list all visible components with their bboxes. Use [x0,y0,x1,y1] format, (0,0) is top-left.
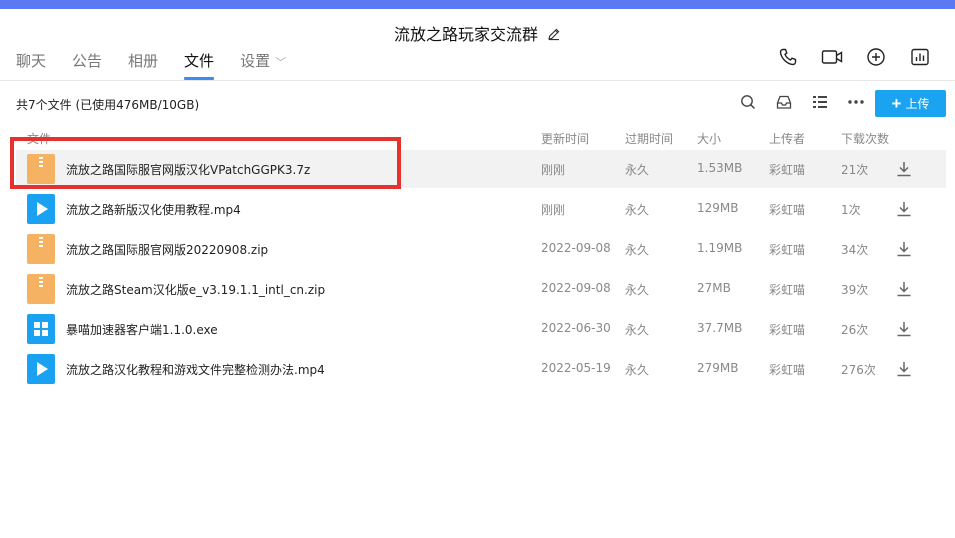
column-updated[interactable]: 更新时间 [541,130,589,147]
tab-label: 文件 [184,52,215,70]
download-icon[interactable] [895,320,913,338]
file-size: 279MB [697,361,739,375]
column-name[interactable]: 文件 [27,130,51,147]
list-view-icon[interactable] [811,93,829,111]
upload-label: 上传 [905,97,930,111]
windows-app-icon [27,314,55,344]
tab-album[interactable]: 相册 [128,50,158,80]
group-title: 流放之路玩家交流群 [0,21,955,45]
zip-file-icon [27,234,55,264]
accent-bar [0,0,955,9]
stats-icon[interactable] [909,46,931,68]
file-expiry: 永久 [625,163,650,177]
zip-file-icon [27,154,55,184]
file-name[interactable]: 流放之路国际服官网版20220908.zip [66,241,268,258]
tab-label: 聊天 [16,52,47,70]
file-downloads: 39次 [841,283,869,297]
more-icon[interactable] [847,93,865,111]
table-row[interactable]: 流放之路国际服官网版汉化VPatchGGPK3.7z 刚刚 永久 1.53MB … [16,150,946,188]
table-header: 文件 更新时间 过期时间 大小 上传者 下载次数 [0,130,955,148]
tab-label: 设置 [240,52,271,70]
file-updated: 2022-06-30 [541,321,611,335]
zip-file-icon [27,274,55,304]
file-updated: 2022-09-08 [541,281,611,295]
tab-label: 公告 [72,52,103,70]
file-downloads: 26次 [841,323,869,337]
file-name[interactable]: 流放之路国际服官网版汉化VPatchGGPK3.7z [66,161,310,178]
table-row[interactable]: 流放之路汉化教程和游戏文件完整检测办法.mp4 2022-05-19 永久 27… [16,350,946,388]
table-row[interactable]: 流放之路国际服官网版20220908.zip 2022-09-08 永久 1.1… [16,230,946,268]
file-updated: 2022-05-19 [541,361,611,375]
tab-label: 相册 [128,52,159,70]
tab-files[interactable]: 文件 [184,50,215,80]
add-circle-icon[interactable] [865,46,887,68]
upload-button[interactable]: + 上传 [875,90,946,117]
column-expiry[interactable]: 过期时间 [625,130,673,147]
file-downloads: 21次 [841,163,869,177]
chevron-down-icon: ﹀ [275,56,287,69]
file-uploader: 彩虹喵 [769,203,806,217]
download-icon[interactable] [895,360,913,378]
table-row[interactable]: 流放之路Steam汉化版e_v3.19.1.1_intl_cn.zip 2022… [16,270,946,308]
file-expiry: 永久 [625,323,650,337]
file-uploader: 彩虹喵 [769,163,806,177]
file-downloads: 34次 [841,243,869,257]
file-size: 129MB [697,201,739,215]
plus-icon: + [891,94,902,113]
file-updated: 2022-09-08 [541,241,611,255]
download-icon[interactable] [895,160,913,178]
column-size[interactable]: 大小 [697,130,721,147]
group-title-text: 流放之路玩家交流群 [393,25,538,44]
download-icon[interactable] [895,200,913,218]
edit-icon[interactable] [547,26,561,45]
file-downloads: 276次 [841,363,876,377]
file-expiry: 永久 [625,283,650,297]
table-row[interactable]: 暴喵加速器客户端1.1.0.exe 2022-06-30 永久 37.7MB 彩… [16,310,946,348]
phone-icon[interactable] [777,46,799,68]
file-downloads: 1次 [841,203,861,217]
inbox-icon[interactable] [775,93,793,111]
tab-announcement[interactable]: 公告 [72,50,102,80]
header-actions [777,46,931,68]
file-expiry: 永久 [625,243,650,257]
file-expiry: 永久 [625,203,650,217]
file-uploader: 彩虹喵 [769,363,806,377]
download-icon[interactable] [895,240,913,258]
file-size: 1.53MB [697,161,743,175]
file-toolbar [739,93,865,111]
tab-settings[interactable]: 设置 ﹀ [240,50,286,80]
table-row[interactable]: 流放之路新版汉化使用教程.mp4 刚刚 永久 129MB 彩虹喵 1次 [16,190,946,228]
file-name[interactable]: 流放之路汉化教程和游戏文件完整检测办法.mp4 [66,361,325,378]
file-size: 1.19MB [697,241,743,255]
column-uploader[interactable]: 上传者 [769,130,805,147]
tab-bar: 聊天 公告 相册 文件 设置 ﹀ [16,50,312,80]
file-name[interactable]: 流放之路Steam汉化版e_v3.19.1.1_intl_cn.zip [66,281,325,298]
tab-chat[interactable]: 聊天 [16,50,46,80]
search-icon[interactable] [739,93,757,111]
file-size: 37.7MB [697,321,743,335]
file-uploader: 彩虹喵 [769,243,806,257]
video-file-icon [27,354,55,384]
video-call-icon[interactable] [821,46,843,68]
video-file-icon [27,194,55,224]
column-downloads[interactable]: 下载次数 [841,130,889,147]
file-updated: 刚刚 [541,163,566,177]
header-divider [0,80,955,81]
file-size: 27MB [697,281,731,295]
file-name[interactable]: 流放之路新版汉化使用教程.mp4 [66,201,241,218]
file-uploader: 彩虹喵 [769,283,806,297]
file-updated: 刚刚 [541,203,566,217]
file-expiry: 永久 [625,363,650,377]
file-uploader: 彩虹喵 [769,323,806,337]
download-icon[interactable] [895,280,913,298]
file-summary: 共7个文件 (已使用476MB/10GB) [16,98,200,112]
file-name[interactable]: 暴喵加速器客户端1.1.0.exe [66,321,218,338]
